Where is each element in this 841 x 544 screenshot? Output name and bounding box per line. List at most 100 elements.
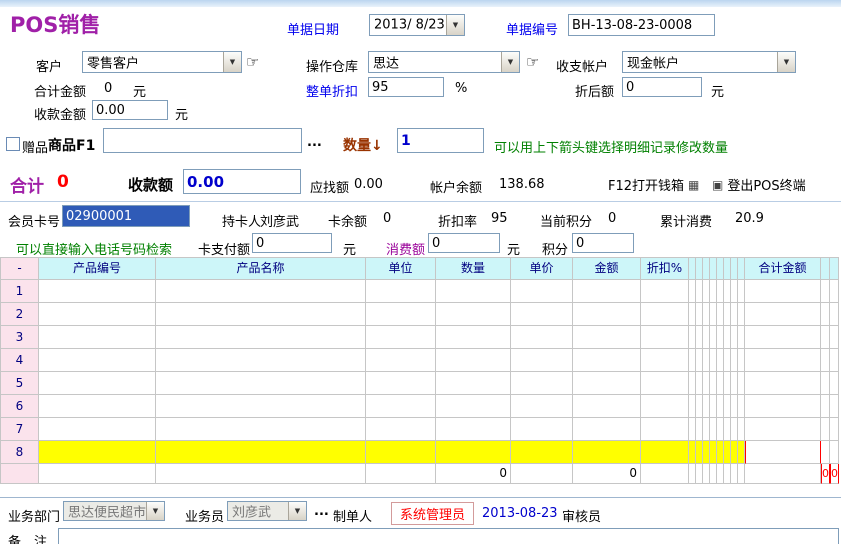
change-due-label: 应找额 [310,177,349,196]
grid-header-row: - 产品编号 产品名称 单位 数量 单价 金额 折扣% 合计金额 [1,258,839,280]
cash-drawer-icon: ▦ [688,178,699,192]
page-title: POS销售 [10,9,100,39]
payment-label: 收款额 [128,174,173,195]
table-row[interactable]: 3 [1,326,839,349]
col-header-product-id: 产品编号 [39,258,156,280]
quantity-input[interactable] [397,128,484,153]
salesman-combobox[interactable]: 刘彦武 ▼ [227,501,307,521]
current-points-value: 0 [608,211,616,226]
salesman-label: 业务员 [185,506,224,525]
totals-extra-2: 0 [830,464,839,484]
after-discount-input[interactable] [622,77,702,97]
table-row[interactable]: 7 [1,418,839,441]
warehouse-combobox[interactable]: 思达 ▼ [368,51,520,73]
table-row[interactable]: 5 [1,372,839,395]
chevron-down-icon[interactable]: ▼ [146,502,164,520]
grid-corner-cell: - [1,258,39,280]
quantity-label: 数量↓ [343,135,383,155]
account-combobox[interactable]: 现金帐户 ▼ [622,51,796,73]
account-balance-label: 帐户余额 [430,177,482,196]
row-number-cell[interactable]: 4 [1,349,39,372]
yuan-label: 元 [343,239,356,258]
points-input[interactable] [572,233,634,253]
row-number-cell[interactable]: 7 [1,418,39,441]
payment-input[interactable] [183,169,301,194]
order-discount-label[interactable]: 整单折扣 [306,81,358,100]
change-due-value: 0.00 [354,177,383,192]
doc-no-input[interactable] [568,14,715,36]
table-row[interactable]: 6 [1,395,839,418]
chevron-down-icon[interactable]: ▼ [288,502,306,520]
salesman-value: 刘彦武 [232,502,271,521]
table-row[interactable]: 2 [1,303,839,326]
col-header-unit: 单位 [366,258,436,280]
consume-amount-label: 消费额 [386,239,425,258]
order-discount-input[interactable] [368,77,444,97]
table-row-selected[interactable]: 8 [1,441,839,464]
detail-grid: - 产品编号 产品名称 单位 数量 单价 金额 折扣% 合计金额 1 2 3 [0,257,839,484]
customer-label: 客户 [36,56,62,75]
creator-value-button[interactable]: 系统管理员 [391,502,474,525]
open-drawer-button[interactable]: F12打开钱箱 ▦ [608,175,699,194]
salesman-more-button[interactable]: ... [314,504,329,519]
points-label: 积分 [542,239,568,258]
table-row[interactable]: 1 [1,280,839,303]
account-balance-value: 138.68 [499,177,545,192]
divider [0,201,841,202]
doc-date-label[interactable]: 单据日期 [287,19,339,38]
col-header-qty: 数量 [436,258,511,280]
row-number-cell[interactable]: 3 [1,326,39,349]
col-header-line-total: 合计金额 [745,258,821,280]
row-number-cell[interactable]: 6 [1,395,39,418]
logout-pos-label: 登出POS终端 [727,175,805,194]
col-header-price: 单价 [511,258,573,280]
doc-no-label[interactable]: 单据编号 [506,19,558,38]
row-number-cell[interactable]: 2 [1,303,39,326]
card-balance-value: 0 [383,211,391,226]
warehouse-value: 思达 [373,53,399,72]
customer-combobox[interactable]: 零售客户 ▼ [82,51,242,73]
table-row[interactable]: 4 [1,349,839,372]
customer-value: 零售客户 [87,53,139,72]
product-more-button[interactable]: ... [307,135,322,150]
auditor-label: 审核员 [562,506,601,525]
row-number-cell[interactable]: 8 [1,441,39,464]
department-combobox[interactable]: 思达便民超市 ▼ [63,501,165,521]
account-label: 收支帐户 [556,56,608,75]
current-points-label: 当前积分 [540,211,592,230]
terminal-icon: ▣ [712,178,723,192]
row-number-cell[interactable]: 1 [1,280,39,303]
member-card-label: 会员卡号 [8,211,60,230]
card-pay-input[interactable] [252,233,332,253]
logout-pos-button[interactable]: ▣ 登出POS终端 [712,175,806,194]
chevron-down-icon[interactable]: ▼ [777,52,795,72]
card-balance-label: 卡余额 [328,211,367,230]
quantity-hint-text: 可以用上下箭头键选择明细记录修改数量 [494,137,728,156]
gift-checkbox[interactable] [6,137,20,151]
gift-label: 赠品 [22,137,48,156]
member-card-input[interactable] [62,205,190,227]
warehouse-label: 操作仓库 [306,56,358,75]
totals-extra-1: 0 [821,464,830,484]
after-discount-label: 折后额 [575,81,614,100]
chevron-down-icon[interactable]: ▼ [446,15,464,35]
yuan-label: 元 [711,81,724,100]
divider [0,497,841,498]
received-amount-label: 收款金额 [34,104,86,123]
product-input[interactable] [103,128,302,153]
chevron-down-icon[interactable]: ▼ [223,52,241,72]
card-pay-label: 卡支付额 [198,239,250,258]
customer-lookup-hand-icon[interactable]: ☞ [246,53,259,71]
department-label: 业务部门 [8,506,60,525]
yuan-label: 元 [507,239,520,258]
department-value: 思达便民超市 [68,502,146,521]
received-amount-input[interactable] [92,100,168,120]
doc-date-combobox[interactable]: 2013/ 8/23 ▼ [369,14,465,36]
chevron-down-icon[interactable]: ▼ [501,52,519,72]
remark-input[interactable] [58,528,839,544]
totals-qty: 0 [436,464,511,484]
pos-sales-window: POS销售 单据日期 2013/ 8/23 ▼ 单据编号 客户 零售客户 ▼ ☞… [0,0,841,544]
warehouse-lookup-hand-icon[interactable]: ☞ [526,53,539,71]
row-number-cell[interactable]: 5 [1,372,39,395]
consume-amount-input[interactable] [428,233,500,253]
